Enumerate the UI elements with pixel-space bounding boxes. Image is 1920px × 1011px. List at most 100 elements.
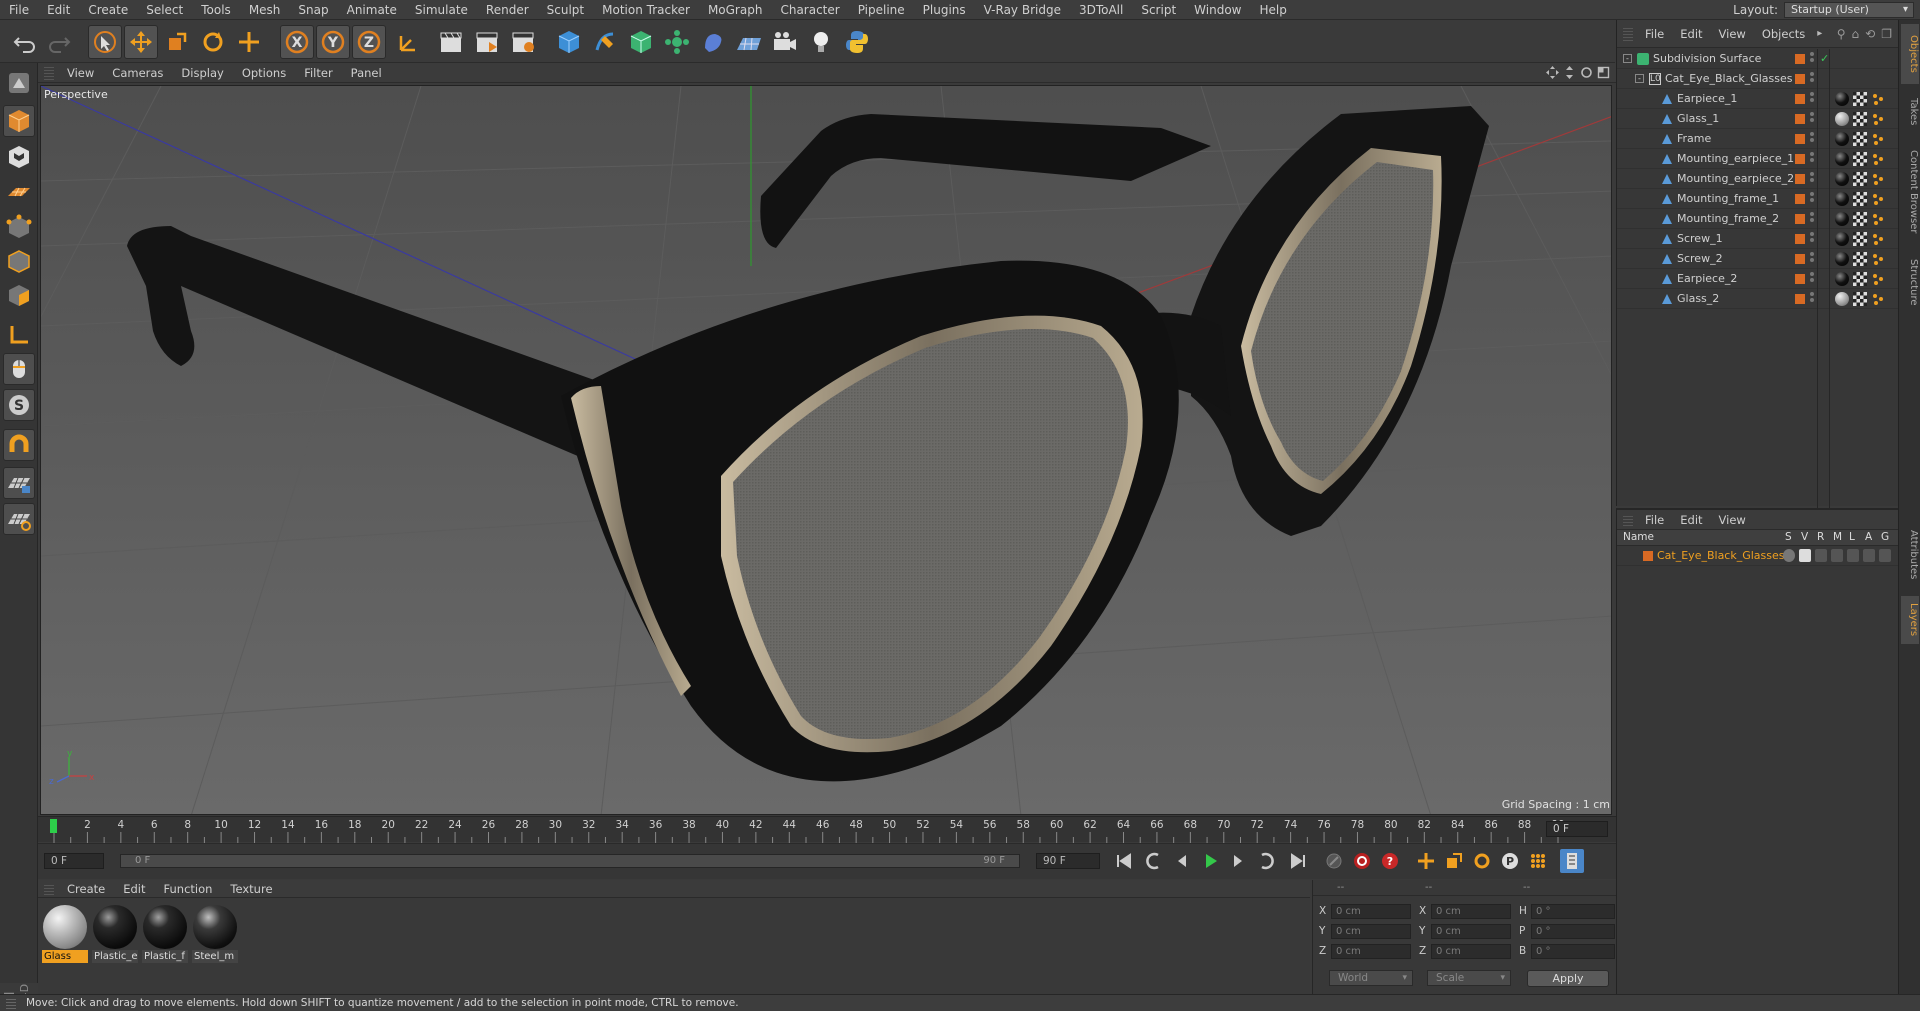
add-deformer-button[interactable] (696, 25, 730, 59)
python-script-button[interactable] (840, 25, 874, 59)
record-active-objects-button[interactable] (1350, 849, 1374, 873)
viewport-menu-view[interactable]: View (58, 66, 103, 80)
new-window-icon[interactable]: ❐ (1881, 27, 1892, 41)
tab-structure[interactable]: Structure (1901, 250, 1919, 314)
object-row[interactable]: Frame (1617, 129, 1899, 149)
menu-mograph[interactable]: MoGraph (699, 0, 772, 20)
tab-layers[interactable]: Layers (1901, 596, 1919, 644)
search-icon[interactable]: ⚲ (1837, 27, 1846, 41)
tab-content-browser[interactable]: Content Browser (1901, 140, 1919, 244)
visibility-dots-icon[interactable] (1810, 212, 1814, 226)
object-menu-view[interactable]: View (1711, 27, 1754, 41)
visibility-dots-icon[interactable] (1810, 292, 1814, 306)
go-to-end-button[interactable] (1286, 849, 1310, 873)
solo-toggle-icon[interactable] (1783, 549, 1795, 562)
column-view[interactable]: V (1801, 531, 1808, 543)
texture-tag-icon[interactable] (1853, 232, 1867, 246)
layout-select[interactable]: Startup (User) (1784, 2, 1914, 18)
column-render[interactable]: R (1817, 531, 1824, 543)
layer-row[interactable]: Cat_Eye_Black_Glasses (1617, 546, 1898, 566)
render-toggle-icon[interactable] (1815, 549, 1827, 562)
position-x-field[interactable]: 0 cm (1331, 904, 1411, 919)
menu-tools[interactable]: Tools (192, 0, 240, 20)
z-axis-lock-button[interactable]: Z (352, 25, 386, 59)
pan-icon[interactable] (1546, 66, 1559, 79)
material-tag-icon[interactable] (1835, 192, 1849, 206)
column-generators[interactable]: G (1881, 531, 1889, 543)
visibility-dots-icon[interactable] (1810, 52, 1814, 66)
viewport-menu-display[interactable]: Display (172, 66, 232, 80)
y-axis-lock-button[interactable]: Y (316, 25, 350, 59)
render-settings-button[interactable] (506, 25, 540, 59)
coordinate-mode-dropdown[interactable]: Scale (1427, 970, 1511, 986)
add-light-button[interactable] (804, 25, 838, 59)
material-tag-icon[interactable] (1835, 172, 1849, 186)
layer-color-icon[interactable] (1795, 54, 1805, 64)
texture-tag-icon[interactable] (1853, 292, 1867, 306)
orbit-icon[interactable] (1580, 66, 1593, 79)
viewport-3d[interactable]: y x z (40, 85, 1612, 815)
add-spline-pen-button[interactable] (588, 25, 622, 59)
key-position-button[interactable] (1414, 849, 1438, 873)
add-camera-button[interactable] (768, 25, 802, 59)
menu-sculpt[interactable]: Sculpt (538, 0, 593, 20)
generator-toggle-icon[interactable] (1879, 549, 1891, 562)
menu-plugins[interactable]: Plugins (914, 0, 975, 20)
layer-menu-edit[interactable]: Edit (1672, 513, 1710, 527)
next-key-button[interactable] (1254, 849, 1278, 873)
material-menu-function[interactable]: Function (155, 882, 222, 896)
menu-vray-bridge[interactable]: V-Ray Bridge (975, 0, 1070, 20)
tab-objects[interactable]: Objects (1901, 24, 1919, 84)
magnet-tool-button[interactable] (3, 429, 35, 461)
axis-mode-button[interactable] (3, 319, 35, 351)
texture-mode-button[interactable] (3, 141, 35, 173)
position-z-field[interactable]: 0 cm (1331, 944, 1411, 959)
transform-tool-button[interactable] (232, 25, 266, 59)
previous-frame-button[interactable] (1170, 849, 1194, 873)
manager-toggle-icon[interactable] (1831, 549, 1843, 562)
layer-color-icon[interactable] (1795, 174, 1805, 184)
layer-color-icon[interactable] (1795, 114, 1805, 124)
texture-tag-icon[interactable] (1853, 132, 1867, 146)
texture-tag-icon[interactable] (1853, 192, 1867, 206)
playhead[interactable] (50, 819, 57, 833)
live-selection-button[interactable] (88, 25, 122, 59)
object-row[interactable]: Earpiece_1 (1617, 89, 1899, 109)
menu-animate[interactable]: Animate (338, 0, 406, 20)
key-pla-button[interactable] (1526, 849, 1550, 873)
object-row[interactable]: Earpiece_2 (1617, 269, 1899, 289)
make-editable-button[interactable] (3, 67, 35, 99)
menu-3dtoall[interactable]: 3DToAll (1070, 0, 1132, 20)
object-name[interactable]: Glass_2 (1677, 292, 1719, 305)
object-name[interactable]: Screw_2 (1677, 252, 1723, 265)
key-scale-button[interactable] (1442, 849, 1466, 873)
menu-simulate[interactable]: Simulate (406, 0, 477, 20)
size-x-field[interactable]: 0 cm (1431, 904, 1511, 919)
phong-tag-icon[interactable] (1871, 152, 1885, 166)
tweak-mode-button[interactable] (3, 353, 35, 385)
material-menu-texture[interactable]: Texture (221, 882, 281, 896)
material-swatch-plastic-f[interactable]: Plastic_f (142, 904, 188, 963)
object-name[interactable]: Screw_1 (1677, 232, 1723, 245)
phong-tag-icon[interactable] (1871, 112, 1885, 126)
go-to-start-button[interactable] (1112, 849, 1136, 873)
menu-create[interactable]: Create (79, 0, 137, 20)
rotation-h-field[interactable]: 0 ° (1531, 904, 1615, 919)
visibility-dots-icon[interactable] (1810, 92, 1814, 106)
phong-tag-icon[interactable] (1871, 132, 1885, 146)
menu-select[interactable]: Select (137, 0, 192, 20)
layer-color-icon[interactable] (1795, 294, 1805, 304)
edges-mode-button[interactable] (3, 245, 35, 277)
layer-color-icon[interactable] (1795, 134, 1805, 144)
record-keys-disabled-button[interactable] (1322, 849, 1346, 873)
object-row[interactable]: Glass_2 (1617, 289, 1899, 309)
autokeying-button[interactable]: ? (1378, 849, 1402, 873)
move-tool-button[interactable] (124, 25, 158, 59)
column-manager[interactable]: M (1833, 531, 1842, 543)
object-name[interactable]: Earpiece_1 (1677, 92, 1737, 105)
texture-tag-icon[interactable] (1853, 212, 1867, 226)
expand-toggle-icon[interactable]: - (1623, 54, 1632, 63)
texture-tag-icon[interactable] (1853, 252, 1867, 266)
phong-tag-icon[interactable] (1871, 92, 1885, 106)
object-name[interactable]: Frame (1677, 132, 1711, 145)
